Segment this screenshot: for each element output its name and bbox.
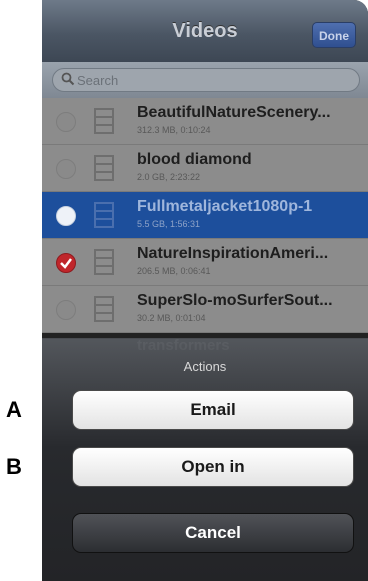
selection-circle[interactable] — [56, 112, 76, 132]
checkmark-icon — [60, 258, 72, 269]
annotation-label-b: B — [6, 454, 22, 479]
action-sheet: Actions Email Open in Cancel — [42, 338, 368, 581]
list-item[interactable]: BeautifulNatureScenery... 312.3 MB, 0:10… — [42, 98, 368, 145]
phone-screen: Videos Done Search BeautifulNatureScener… — [42, 0, 368, 581]
search-input[interactable]: Search — [52, 68, 360, 92]
list-item[interactable]: blood diamond 2.0 GB, 2:23:22 — [42, 145, 368, 192]
film-file-icon — [94, 155, 114, 181]
film-file-icon — [94, 249, 114, 275]
video-details: 312.3 MB, 0:10:24 — [137, 125, 211, 135]
video-details: 206.5 MB, 0:06:41 — [137, 266, 211, 276]
film-file-icon — [94, 108, 114, 134]
selection-circle-checked[interactable] — [56, 253, 76, 273]
selection-circle[interactable] — [56, 159, 76, 179]
search-icon — [61, 72, 75, 86]
video-list: BeautifulNatureScenery... 312.3 MB, 0:10… — [42, 98, 368, 333]
selection-circle[interactable] — [56, 300, 76, 320]
video-details: 5.5 GB, 1:56:31 — [137, 219, 201, 229]
video-title: blood diamond — [137, 151, 252, 168]
film-file-icon — [94, 296, 114, 322]
video-title: Fullmetaljacket1080p-1 — [137, 198, 313, 215]
navigation-bar: Videos Done — [42, 0, 368, 63]
selection-circle[interactable] — [56, 206, 76, 226]
video-title: BeautifulNatureScenery... — [137, 104, 331, 121]
email-button[interactable]: Email — [72, 390, 354, 430]
done-button[interactable]: Done — [312, 22, 356, 48]
film-file-icon — [94, 202, 114, 228]
annotation-label-a: A — [6, 397, 22, 422]
action-sheet-title: Actions — [183, 359, 227, 374]
cancel-button[interactable]: Cancel — [72, 513, 354, 553]
list-item[interactable]: NatureInspirationAmeri... 206.5 MB, 0:06… — [42, 239, 368, 286]
search-placeholder: Search — [77, 73, 119, 88]
list-item-highlighted[interactable]: Fullmetaljacket1080p-1 5.5 GB, 1:56:31 — [42, 192, 368, 239]
video-details: 30.2 MB, 0:01:04 — [137, 313, 206, 323]
open-in-button[interactable]: Open in — [72, 447, 354, 487]
list-item[interactable]: SuperSlo-moSurferSout... 30.2 MB, 0:01:0… — [42, 286, 368, 333]
video-title: NatureInspirationAmeri... — [137, 245, 329, 262]
search-bar: Search — [42, 62, 368, 98]
video-details: 2.0 GB, 2:23:22 — [137, 172, 201, 182]
video-title: SuperSlo-moSurferSout... — [137, 292, 333, 309]
